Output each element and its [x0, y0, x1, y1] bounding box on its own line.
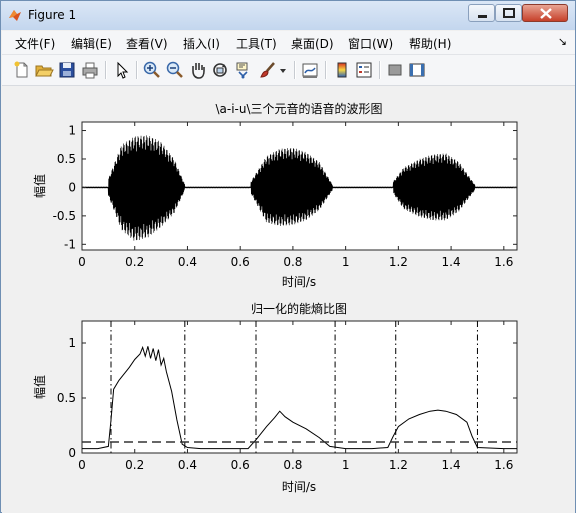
- dock-arrow-icon[interactable]: ↘: [558, 35, 567, 48]
- figure-toolbar: [2, 55, 575, 86]
- menu-file[interactable]: 文件(F): [15, 35, 55, 52]
- brush-dropdown-icon[interactable]: [278, 60, 288, 80]
- menu-bar: 文件(F) 编辑(E) 查看(V) 插入(I) 工具(T) 桌面(D) 窗口(W…: [2, 31, 575, 55]
- waveform-title: \a-i-u\三个元音的语音的波形图: [215, 101, 382, 116]
- x-tick-label: 1: [342, 255, 350, 269]
- x-tick-label: 0.2: [125, 458, 144, 472]
- link-plot-icon[interactable]: [300, 60, 320, 80]
- x-tick-label: 0.8: [283, 458, 302, 472]
- x-tick-label: 1: [342, 458, 350, 472]
- menu-window[interactable]: 窗口(W): [348, 35, 393, 52]
- maximize-icon: [503, 8, 515, 18]
- menu-help[interactable]: 帮助(H): [409, 35, 451, 52]
- x-tick-label: 1.6: [494, 458, 513, 472]
- y-tick-label: 0.5: [57, 391, 76, 405]
- x-tick-label: 0.8: [283, 255, 302, 269]
- window-title: Figure 1: [28, 8, 77, 22]
- print-icon[interactable]: [80, 60, 100, 80]
- x-tick-label: 0: [78, 458, 86, 472]
- toolbar-separator: [136, 61, 138, 79]
- plot-area: 0 0.2 0.4 0.6 0.8 1 1.2 1.4 1.6 -1 -0.5 0 0.5 1 \a-i…: [32, 101, 518, 494]
- minimize-button[interactable]: [468, 4, 495, 22]
- hide-plot-tools-icon[interactable]: [385, 60, 405, 80]
- energy-entropy-axes[interactable]: 0 0.2 0.4 0.6 0.8 1 1.2 1.4 1.6 0 0.5 1 归一化的能熵比图 时…: [32, 301, 518, 494]
- waveform-xlabel: 时间/s: [282, 275, 316, 289]
- y-tick-label: 1: [68, 336, 76, 350]
- matlab-logo-icon: [9, 10, 21, 21]
- y-tick-label: 0.5: [57, 152, 76, 166]
- figure-canvas: 0 0.2 0.4 0.6 0.8 1 1.2 1.4 1.6 -1 -0.5 0 0.5 1 \a-i…: [2, 86, 575, 513]
- pointer-icon[interactable]: [112, 60, 132, 80]
- pan-hand-icon[interactable]: [188, 60, 208, 80]
- minimize-icon: [478, 15, 487, 18]
- x-tick-label: 1.4: [442, 458, 461, 472]
- toolbar-separator: [325, 61, 327, 79]
- x-tick-label: 0: [78, 255, 86, 269]
- waveform-ylabel: 幅值: [32, 174, 47, 198]
- energy-ylabel: 幅值: [32, 375, 47, 399]
- zoom-in-icon[interactable]: [142, 60, 162, 80]
- zoom-out-icon[interactable]: [165, 60, 185, 80]
- show-plot-tools-icon[interactable]: [407, 60, 427, 80]
- x-tick-label: 0.6: [231, 255, 250, 269]
- y-tick-label: -1: [64, 237, 76, 251]
- menu-tools[interactable]: 工具(T): [236, 35, 277, 52]
- x-tick-label: 1.2: [389, 458, 408, 472]
- menu-view[interactable]: 查看(V): [126, 35, 168, 52]
- x-tick-label: 0.4: [178, 255, 197, 269]
- y-tick-label: 0: [68, 180, 76, 194]
- y-tick-label: -0.5: [53, 209, 76, 223]
- x-tick-label: 0.4: [178, 458, 197, 472]
- close-icon: [540, 8, 552, 19]
- x-tick-label: 1.4: [442, 255, 461, 269]
- brush-icon[interactable]: [258, 60, 278, 80]
- energy-xlabel: 时间/s: [282, 480, 316, 494]
- data-cursor-icon[interactable]: [233, 60, 253, 80]
- colorbar-icon[interactable]: [332, 60, 352, 80]
- save-icon[interactable]: [57, 60, 77, 80]
- open-icon[interactable]: [34, 60, 54, 80]
- title-bar[interactable]: Figure 1: [1, 1, 575, 30]
- close-button[interactable]: [522, 4, 568, 22]
- toolbar-separator: [294, 61, 296, 79]
- toolbar-separator: [105, 61, 107, 79]
- maximize-button[interactable]: [495, 4, 522, 22]
- x-tick-label: 0.2: [125, 255, 144, 269]
- waveform-axes[interactable]: 0 0.2 0.4 0.6 0.8 1 1.2 1.4 1.6 -1 -0.5 0 0.5 1 \a-i…: [32, 101, 518, 289]
- toolbar-separator: [379, 61, 381, 79]
- new-figure-icon[interactable]: [12, 60, 32, 80]
- x-tick-label: 1.6: [494, 255, 513, 269]
- figure-window: Figure 1 文件(F) 编辑(E) 查看(V) 插入(I) 工具(T) 桌…: [0, 0, 576, 513]
- rotate-3d-icon[interactable]: [210, 60, 230, 80]
- legend-icon[interactable]: [354, 60, 374, 80]
- menu-edit[interactable]: 编辑(E): [71, 35, 112, 52]
- energy-title: 归一化的能熵比图: [251, 301, 347, 316]
- y-tick-label: 0: [68, 446, 76, 460]
- menu-insert[interactable]: 插入(I): [183, 35, 220, 52]
- x-tick-label: 1.2: [389, 255, 408, 269]
- y-tick-label: 1: [68, 124, 76, 138]
- menu-desktop[interactable]: 桌面(D): [291, 35, 334, 52]
- x-tick-label: 0.6: [231, 458, 250, 472]
